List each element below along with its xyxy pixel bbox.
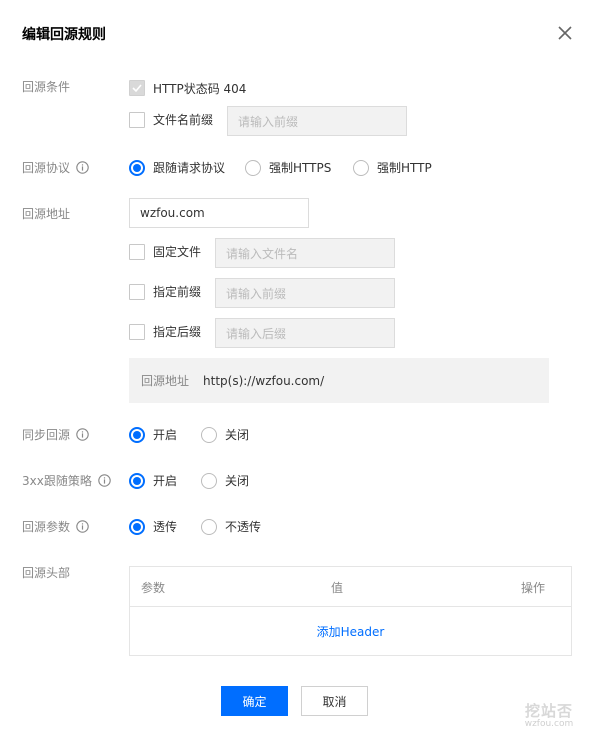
condition-label: 回源条件 <box>22 78 70 94</box>
address-label: 回源地址 <box>22 205 70 221</box>
close-icon[interactable] <box>556 24 574 42</box>
headers-label-text: 回源头部 <box>22 565 71 580</box>
protocol-https-radio[interactable] <box>245 160 261 176</box>
column-action: 操作 <box>521 581 546 595</box>
params-pass-text: 透传 <box>153 520 178 534</box>
column-value: 值 <box>331 581 344 595</box>
sync-label-text: 同步回源 <box>22 427 71 442</box>
watermark-logo-text: 挖站否 <box>524 702 573 720</box>
redirect-label-text: 3xx跟随策略 <box>22 473 92 488</box>
redirect-on-text: 开启 <box>153 474 178 488</box>
params-nopass-radio[interactable] <box>201 519 217 535</box>
protocol-label: 回源协议 <box>22 159 89 175</box>
params-label: 回源参数 <box>22 518 89 534</box>
redirect-off-text: 关闭 <box>225 474 250 488</box>
redirect-on-radio[interactable] <box>129 473 145 489</box>
column-param: 参数 <box>141 581 166 595</box>
headers-label: 回源头部 <box>22 564 70 580</box>
sync-off-radio[interactable] <box>201 427 217 443</box>
info-icon[interactable] <box>98 473 111 487</box>
cancel-button[interactable]: 取消 <box>301 686 368 716</box>
address-label-text: 回源地址 <box>22 206 71 221</box>
sync-on-text: 开启 <box>153 428 178 442</box>
address-preview-value: http(s)://wzfou.com/ <box>203 373 325 388</box>
watermark: 挖站否 wzfou.com <box>520 700 578 729</box>
address-preview-label: 回源地址 <box>141 374 190 388</box>
info-icon[interactable] <box>76 519 89 533</box>
protocol-label-text: 回源协议 <box>22 160 71 175</box>
params-label-text: 回源参数 <box>22 519 71 534</box>
protocol-http-text: 强制HTTP <box>377 161 432 175</box>
dialog-title: 编辑回源规则 <box>22 27 106 43</box>
redirect-off-radio[interactable] <box>201 473 217 489</box>
http-status-checkbox[interactable] <box>129 80 145 96</box>
sync-on-radio[interactable] <box>129 427 145 443</box>
http-status-text: HTTP状态码 404 <box>153 82 247 96</box>
condition-label-text: 回源条件 <box>22 79 71 94</box>
protocol-follow-text: 跟随请求协议 <box>153 161 226 175</box>
confirm-button[interactable]: 确定 <box>221 686 288 716</box>
address-input[interactable]: wzfou.com <box>129 198 309 228</box>
redirect-label: 3xx跟随策略 <box>22 472 111 488</box>
info-icon[interactable] <box>76 160 89 174</box>
add-header-link[interactable]: 添加Header <box>130 623 571 640</box>
suffix-text: 指定后缀 <box>153 325 202 339</box>
suffix-input[interactable]: 请输入后缀 <box>215 318 395 348</box>
params-nopass-text: 不透传 <box>225 520 262 534</box>
prefix-checkbox[interactable] <box>129 284 145 300</box>
fixed-file-input[interactable]: 请输入文件名 <box>215 238 395 268</box>
sync-label: 同步回源 <box>22 426 89 442</box>
filename-prefix-text: 文件名前缀 <box>153 113 214 127</box>
protocol-http-radio[interactable] <box>353 160 369 176</box>
filename-prefix-checkbox[interactable] <box>129 112 145 128</box>
filename-prefix-input[interactable]: 请输入前缀 <box>227 106 407 136</box>
headers-table: 参数 值 操作 添加Header <box>129 566 572 656</box>
info-icon[interactable] <box>76 427 89 441</box>
prefix-input[interactable]: 请输入前缀 <box>215 278 395 308</box>
prefix-text: 指定前缀 <box>153 285 202 299</box>
protocol-follow-radio[interactable] <box>129 160 145 176</box>
params-pass-radio[interactable] <box>129 519 145 535</box>
check-icon <box>132 84 142 93</box>
fixed-file-text: 固定文件 <box>153 245 202 259</box>
sync-off-text: 关闭 <box>225 428 250 442</box>
watermark-url: wzfou.com <box>524 719 574 729</box>
edit-origin-rule-dialog: 编辑回源规则 回源条件 HTTP状态码 404 文件名前缀 请输入前缀 回源协议… <box>0 0 592 735</box>
suffix-checkbox[interactable] <box>129 324 145 340</box>
address-preview: 回源地址 http(s)://wzfou.com/ <box>129 358 549 403</box>
headers-table-header: 参数 值 操作 <box>130 567 571 607</box>
fixed-file-checkbox[interactable] <box>129 244 145 260</box>
protocol-https-text: 强制HTTPS <box>269 161 332 175</box>
